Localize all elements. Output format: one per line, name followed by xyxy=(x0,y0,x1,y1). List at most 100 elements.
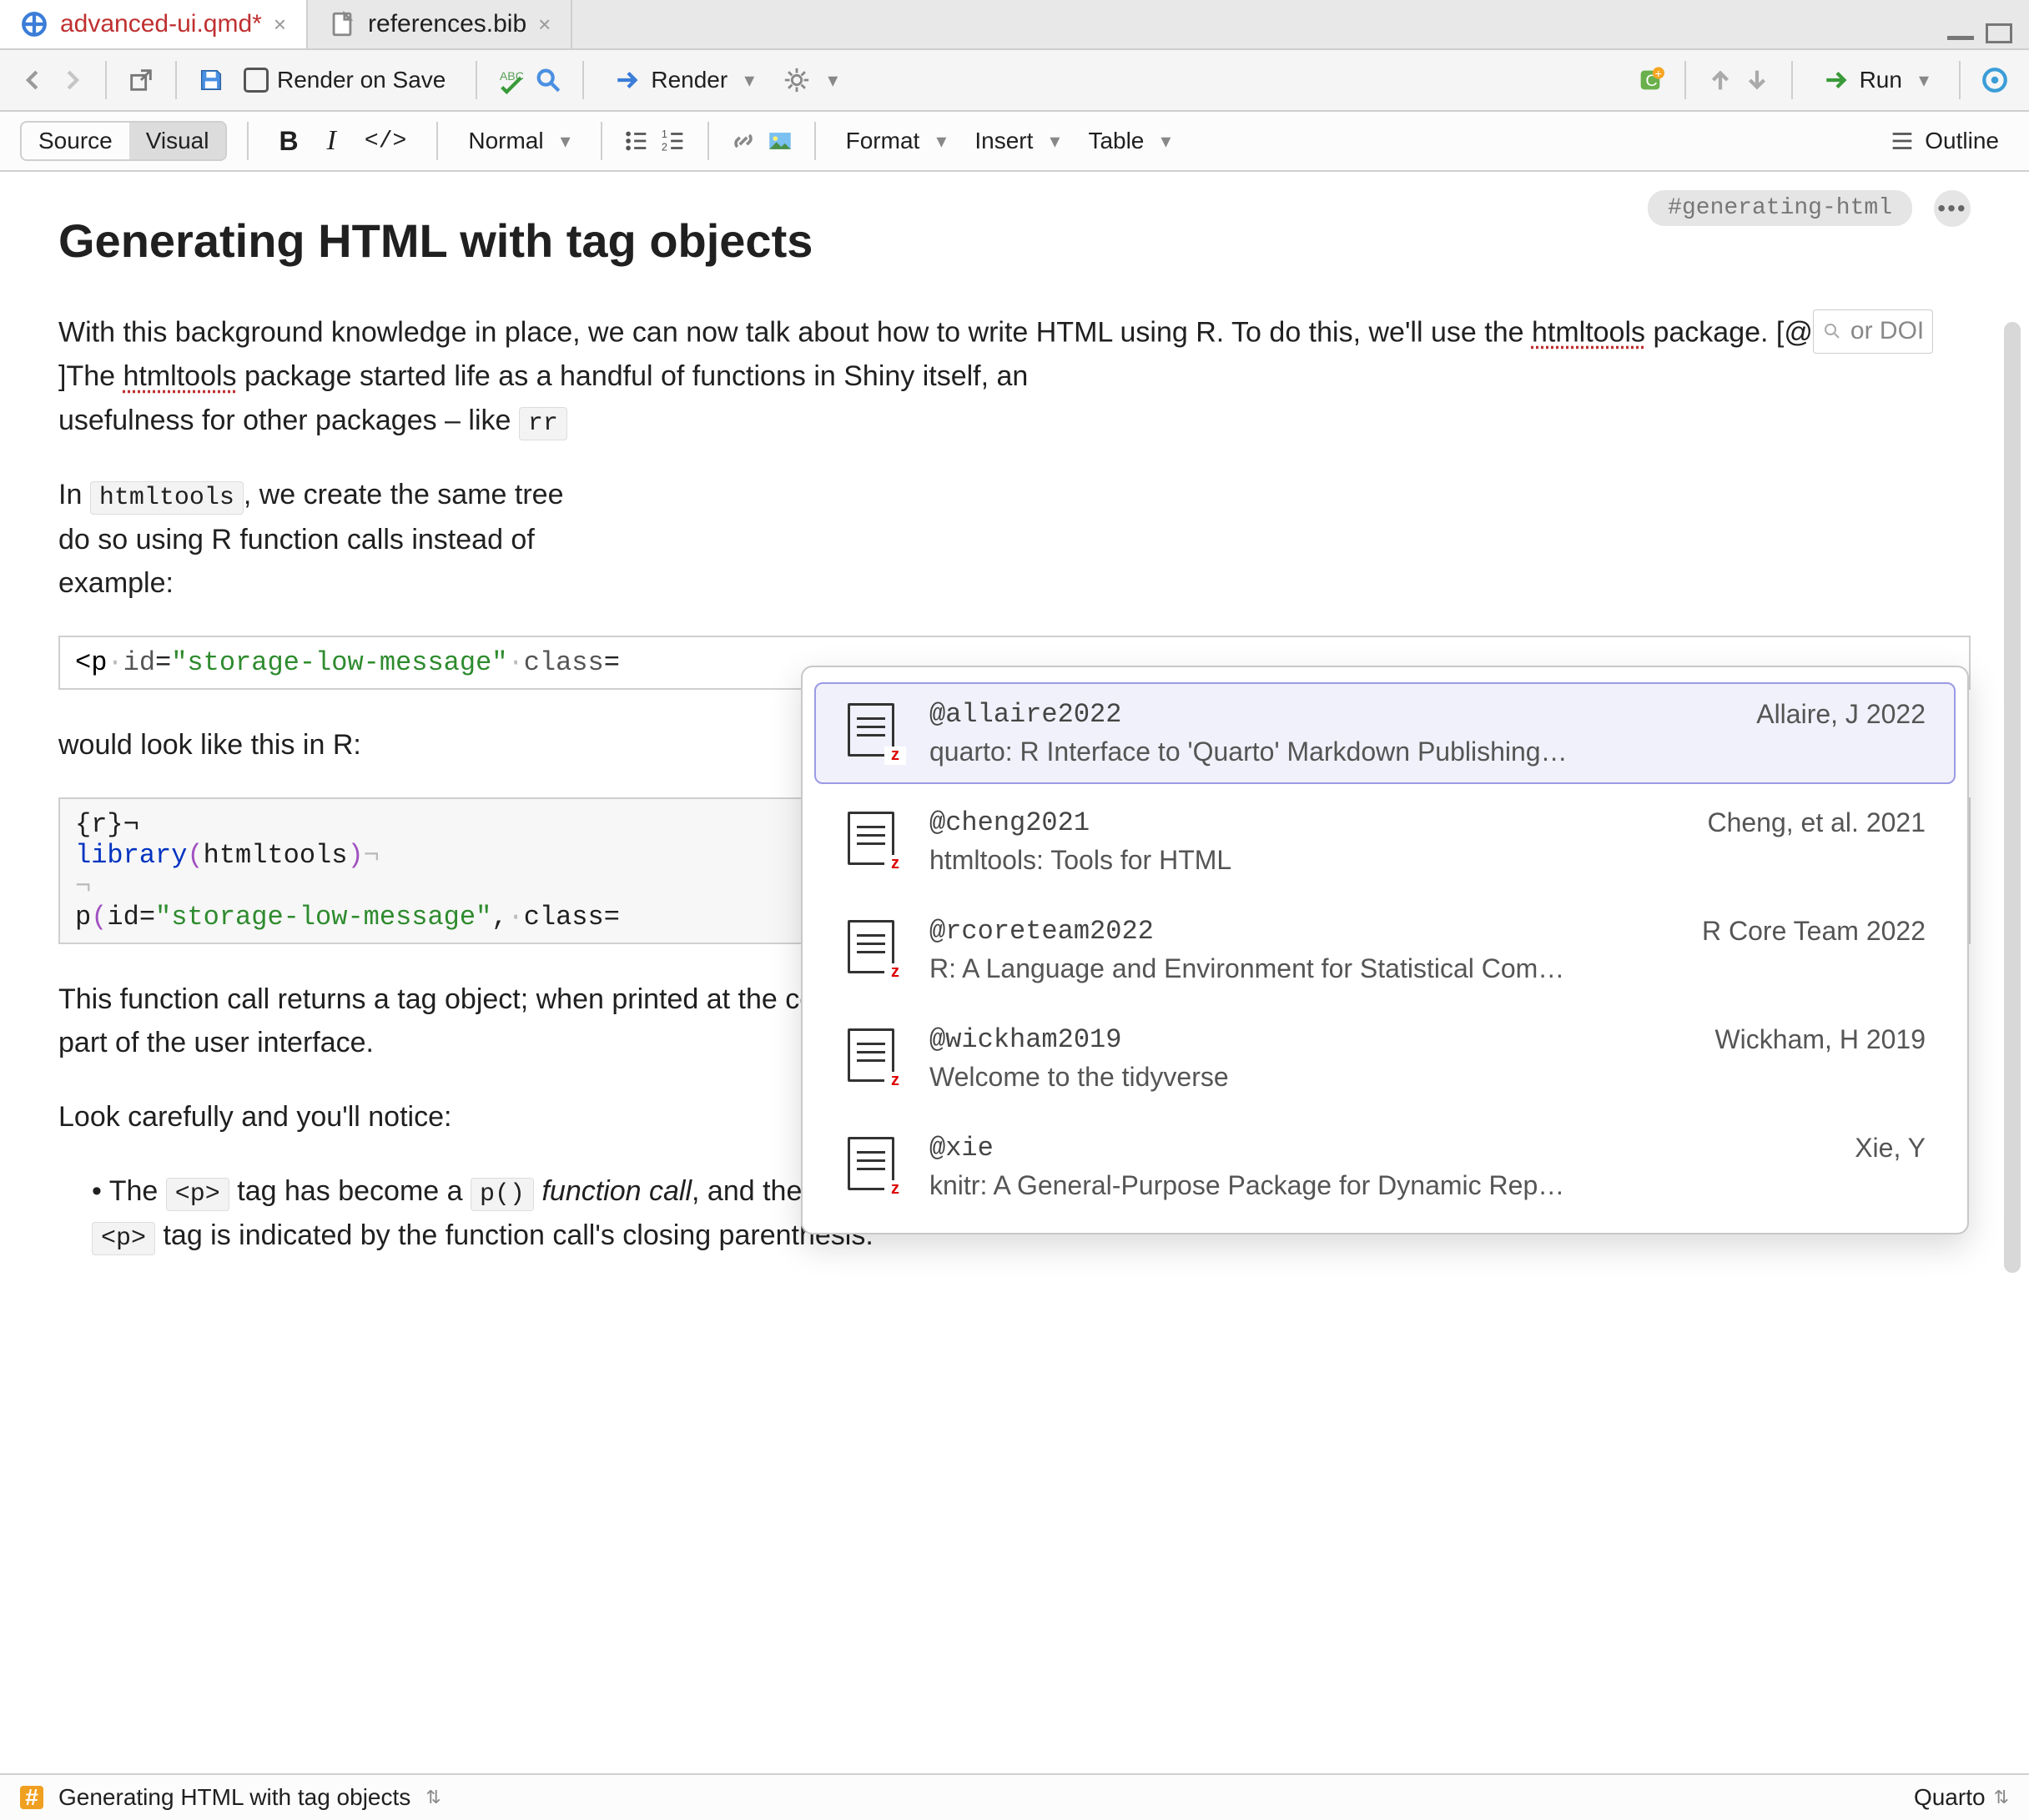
sort-icon[interactable]: ⇅ xyxy=(425,1787,441,1808)
inline-code: <p> xyxy=(166,1178,229,1211)
citation-title: knitr: A General-Purpose Package for Dyn… xyxy=(929,1170,1926,1201)
svg-text:1: 1 xyxy=(661,128,667,140)
close-icon[interactable]: × xyxy=(274,12,286,38)
forward-icon[interactable] xyxy=(57,66,85,94)
citation-title: R: A Language and Environment for Statis… xyxy=(929,953,1926,984)
editor-toolbar: Source Visual B I </> Normal 12 Format I… xyxy=(0,112,2029,172)
settings-button[interactable] xyxy=(773,61,848,99)
citation-option[interactable]: z @xie Xie, Y knitr: A General-Purpose Pack… xyxy=(814,1116,1956,1218)
spellcheck-icon[interactable]: ABC xyxy=(497,66,526,94)
citation-popup: z@allaire2022Allaire, J 2022quarto: R In… xyxy=(801,666,1969,1234)
arrow-up-icon[interactable] xyxy=(1706,66,1734,94)
paragraph: With this background knowledge in place,… xyxy=(58,309,1971,443)
popout-icon[interactable] xyxy=(127,66,155,94)
window-buttons xyxy=(1931,0,2029,48)
search-icon[interactable] xyxy=(534,66,562,94)
gear-icon xyxy=(783,66,811,94)
citation-key: @cheng2021 xyxy=(929,807,1090,838)
citation-option[interactable]: z @cheng2021 Cheng, et al. 2021 htmltools: … xyxy=(814,791,1956,892)
citation-meta: Wickham, H 2019 xyxy=(1714,1024,1926,1055)
numbered-list-icon[interactable]: 12 xyxy=(659,127,687,155)
render-on-save-label: Render on Save xyxy=(277,67,446,93)
link-htmltools[interactable]: htmltools xyxy=(123,360,236,392)
source-mode-button[interactable]: Source xyxy=(22,123,129,159)
back-icon[interactable] xyxy=(20,66,48,94)
render-icon xyxy=(614,66,642,94)
citation-key: @xie xyxy=(929,1133,994,1164)
inline-code: <p> xyxy=(92,1222,155,1255)
citation-key: @wickham2019 xyxy=(929,1024,1121,1055)
reference-icon: z xyxy=(844,1028,904,1088)
tab-label: references.bib xyxy=(368,10,526,38)
checkbox-icon xyxy=(244,68,269,93)
tab-label: advanced-ui.qmd* xyxy=(60,10,262,38)
outline-icon xyxy=(1888,127,1916,155)
document-area: #generating-html ••• Generating HTML wit… xyxy=(0,172,2029,1773)
inline-code: p() xyxy=(471,1178,534,1211)
arrow-down-icon[interactable] xyxy=(1743,66,1771,94)
primary-toolbar: Render on Save ABC Render C+ Run xyxy=(0,50,2029,112)
paragraph: In htmltools, we create the same tree do… xyxy=(58,473,1971,606)
render-button[interactable]: Render xyxy=(604,61,764,99)
inline-code: htmltools xyxy=(90,481,244,515)
outline-button[interactable]: Outline xyxy=(1878,122,2009,160)
anchor-chip[interactable]: #generating-html xyxy=(1648,190,1912,226)
reference-icon: z xyxy=(844,703,904,763)
publish-icon[interactable] xyxy=(1981,66,2009,94)
close-icon[interactable]: × xyxy=(538,12,551,38)
citation-option[interactable]: z@allaire2022Allaire, J 2022quarto: R In… xyxy=(814,682,1956,784)
svg-text:ABC: ABC xyxy=(500,70,524,83)
svg-text:+: + xyxy=(1654,68,1661,81)
render-on-save-toggle[interactable]: Render on Save xyxy=(234,62,456,98)
source-visual-toggle: Source Visual xyxy=(20,121,227,161)
reference-icon: z xyxy=(844,920,904,980)
citation-key: @allaire2022 xyxy=(929,699,1121,730)
bold-button[interactable]: B xyxy=(269,121,308,162)
filetype-indicator[interactable]: Quarto xyxy=(1914,1784,1986,1811)
citation-meta: Xie, Y xyxy=(1855,1133,1926,1164)
search-icon xyxy=(1822,321,1842,341)
text-file-icon xyxy=(328,10,356,38)
bullet-list-icon[interactable] xyxy=(622,127,651,155)
maximize-icon[interactable] xyxy=(1986,23,2012,43)
citation-title: Welcome to the tidyverse xyxy=(929,1062,1926,1093)
render-label: Render xyxy=(651,67,728,93)
add-chunk-icon[interactable]: C+ xyxy=(1636,66,1664,94)
image-icon[interactable] xyxy=(766,127,794,155)
heading-level-icon[interactable]: # xyxy=(20,1786,43,1809)
citation-meta: R Core Team 2022 xyxy=(1702,916,1926,947)
block-style-dropdown[interactable]: Normal xyxy=(458,123,580,159)
inline-code: rr xyxy=(519,407,567,440)
breadcrumb[interactable]: Generating HTML with tag objects xyxy=(58,1784,410,1811)
save-icon[interactable] xyxy=(197,66,225,94)
citation-title: quarto: R Interface to 'Quarto' Markdown… xyxy=(929,737,1926,767)
insert-menu[interactable]: Insert xyxy=(964,123,1070,159)
citation-title: htmltools: Tools for HTML xyxy=(929,845,1926,876)
reference-icon: z xyxy=(844,1137,904,1197)
table-menu[interactable]: Table xyxy=(1078,123,1181,159)
tab-advanced-ui[interactable]: advanced-ui.qmd* × xyxy=(0,0,308,48)
citation-input[interactable]: or DOI xyxy=(1813,309,1933,354)
citation-option[interactable]: z @wickham2019 Wickham, H 2019 Welcome to t… xyxy=(814,1008,1956,1109)
code-button[interactable]: </> xyxy=(355,123,416,159)
minimize-icon[interactable] xyxy=(1947,33,1974,40)
link-icon[interactable] xyxy=(729,127,758,155)
run-button[interactable]: Run xyxy=(1813,61,1939,99)
citation-option[interactable]: z @rcoreteam2022 R Core Team 2022 R: A Lang… xyxy=(814,899,1956,1001)
more-menu-icon[interactable]: ••• xyxy=(1934,190,1971,227)
reference-icon: z xyxy=(844,812,904,872)
status-bar: # Generating HTML with tag objects ⇅ Qua… xyxy=(0,1773,2029,1820)
sort-icon[interactable]: ⇅ xyxy=(1994,1787,2009,1808)
svg-text:2: 2 xyxy=(661,140,667,153)
citation-meta: Cheng, et al. 2021 xyxy=(1707,807,1926,838)
italic-button[interactable]: I xyxy=(317,120,346,162)
tab-references[interactable]: references.bib × xyxy=(308,0,572,48)
visual-mode-button[interactable]: Visual xyxy=(129,123,226,159)
citation-key: @rcoreteam2022 xyxy=(929,916,1154,947)
quarto-file-icon xyxy=(20,10,48,38)
format-menu[interactable]: Format xyxy=(836,123,957,159)
run-label: Run xyxy=(1860,67,1902,93)
link-htmltools[interactable]: htmltools xyxy=(1532,316,1645,348)
tab-strip: advanced-ui.qmd* × references.bib × xyxy=(0,0,2029,50)
run-icon xyxy=(1823,66,1851,94)
